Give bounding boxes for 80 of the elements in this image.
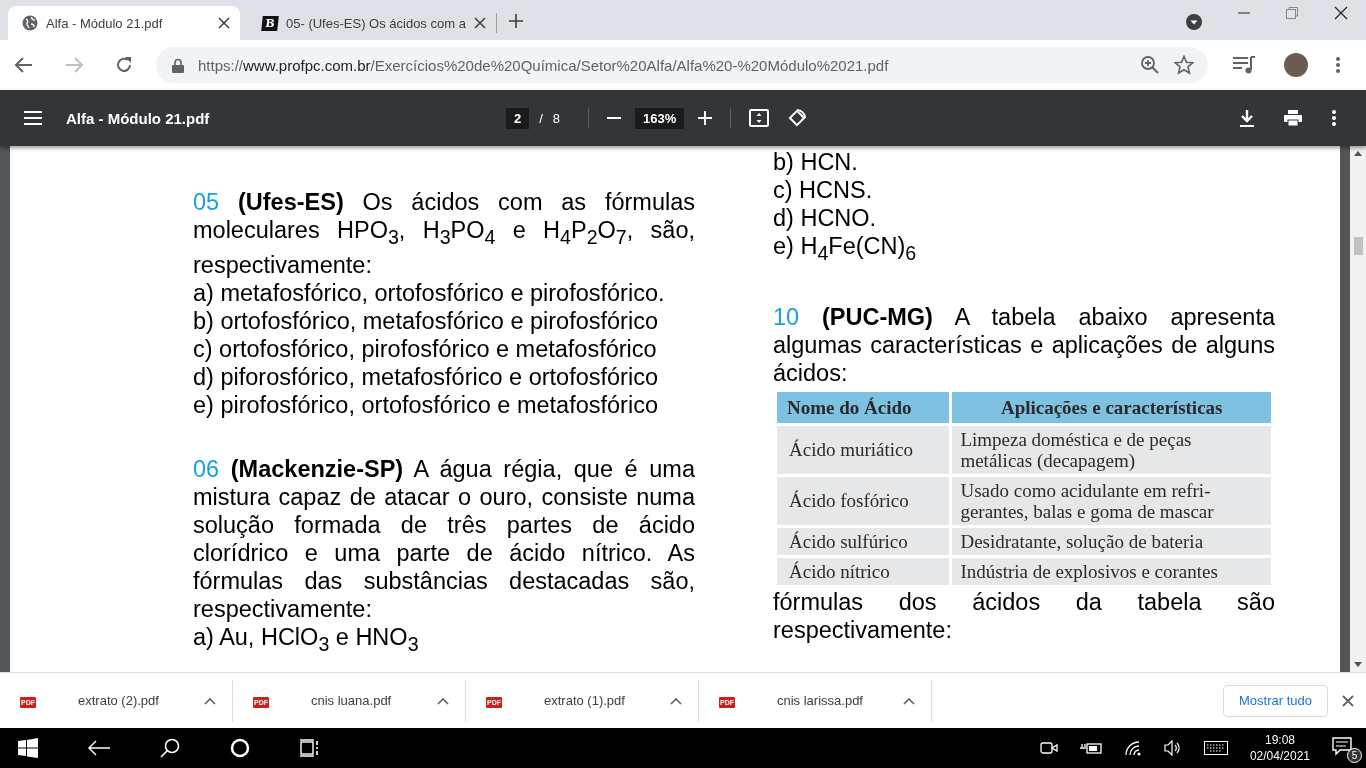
answer-option: b) ortofosfórico, metafosfórico e pirofosfórico <box>193 306 695 335</box>
scroll-down-icon[interactable] <box>1354 662 1362 667</box>
clock-date: 02/04/2021 <box>1249 748 1310 764</box>
answer-option: d) piforosfórico, metafosfórico e ortofosfórico <box>193 362 695 391</box>
fit-page-icon[interactable] <box>749 109 770 127</box>
chevron-up-icon[interactable] <box>437 696 449 705</box>
search-icon[interactable] <box>160 738 180 758</box>
answer-option: a) metafosfórico, ortofosfórico e pirofosfórico. <box>193 278 695 307</box>
restore-icon[interactable] <box>1286 7 1298 19</box>
answer-option: c) ortofosfórico, pirofosfórico e metafosfórico <box>193 334 695 363</box>
table-cell: Limpeza doméstica e de peças metálicas (decapagem) <box>952 425 1271 474</box>
page-number-field[interactable]: 2 <box>506 107 530 129</box>
task-view-icon[interactable] <box>300 739 320 757</box>
chevron-up-icon[interactable] <box>903 696 915 705</box>
download-icon[interactable] <box>1240 109 1254 127</box>
close-icon[interactable] <box>218 17 230 29</box>
table-cell: Ácido fosfórico <box>777 476 950 525</box>
avatar[interactable] <box>1284 53 1308 77</box>
battery-icon[interactable] <box>1079 741 1102 755</box>
chevron-up-icon[interactable] <box>204 696 216 705</box>
browser-tab[interactable]: B 05- (Ufes-ES) Os ácidos com a <box>248 6 496 40</box>
paragraph-text: fórmulas dos ácidos da tabela são respectivamente: <box>773 587 1275 644</box>
question-text: 06 (Mackenzie-SP) A água régia, que é uma mistura capaz de atacar o ouro, consiste numa solução formada de três partes de ácido clorídrico e uma parte de ácido nítrico. As fórmulas das substâncias destacadas são, respectivamente: <box>193 454 695 623</box>
table-cell: Ácido muriático <box>777 425 950 474</box>
column-header: Aplicações e características <box>952 391 1271 423</box>
dropdown-icon[interactable] <box>1186 14 1202 30</box>
zoom-field[interactable]: 163% <box>635 107 685 129</box>
star-icon[interactable] <box>1174 55 1194 75</box>
camera-icon[interactable] <box>1039 739 1058 757</box>
volume-icon[interactable] <box>1163 740 1182 756</box>
show-all-button[interactable]: Mostrar tudo <box>1223 684 1328 717</box>
menu-icon[interactable] <box>24 111 42 125</box>
page-separator: / <box>539 110 543 126</box>
answer-option: e) pirofosfórico, ortofosfórico e metafosfórico <box>193 390 695 419</box>
scroll-up-icon[interactable] <box>1354 151 1362 156</box>
question-text: 10 (PUC-MG) A tabela abaixo apresenta algumas características e aplicações de alguns ácidos: <box>773 302 1275 387</box>
table-cell: Desidratante, solução de bateria <box>952 527 1271 555</box>
windows-icon[interactable] <box>18 738 38 758</box>
table-cell: Usado como acidulante em refri- gerantes, balas e goma de mascar <box>952 476 1271 525</box>
scrollbar[interactable] <box>1350 146 1366 672</box>
scrollbar-thumb[interactable] <box>1354 237 1363 255</box>
answer-option: a) Au, HClO$_{3}$ e HNO$_{3}$ <box>193 622 695 658</box>
question-text: 05 (Ufes-ES) Os ácidos com as fórmulas moleculares HPO$_{3}$, H$_{3}$PO$_{4}$ e H$_{4}$P$_{2}$O$_{7}$, são, respectivamente: <box>193 188 695 279</box>
page-count: 8 <box>552 110 561 126</box>
zoom-in-icon[interactable] <box>1140 55 1160 75</box>
close-icon[interactable] <box>1342 694 1354 707</box>
media-queue-icon[interactable] <box>1232 55 1256 75</box>
notification-icon[interactable] <box>1332 736 1352 756</box>
browser-tab[interactable]: Alfa - Módulo 21.pdf <box>8 6 240 40</box>
table-cell: Indústria de explosivos e corantes <box>952 557 1271 585</box>
new-tab-icon[interactable] <box>508 14 523 28</box>
document-title: Alfa - Módulo 21.pdf <box>66 109 211 127</box>
reload-icon[interactable] <box>114 55 134 75</box>
answer-option: d) HCNO. <box>773 204 1275 232</box>
site-logo-icon: B <box>261 15 279 31</box>
column-header: Nome do Ácido <box>777 391 950 423</box>
circle-icon[interactable] <box>230 738 250 758</box>
answer-option: b) HCN. <box>773 148 1275 176</box>
answer-option: e) H$_{4}$Fe(CN)$_{6}$ <box>773 232 1275 267</box>
table-cell: Ácido sulfúrico <box>777 527 950 555</box>
url-text: https://www.profpc.com.br/Exercícios%20de%20Química/Setor%20Alfa/Alfa%20-%20Módulo%2021.pdf <box>198 56 890 74</box>
clock-time: 19:08 <box>1264 732 1295 748</box>
rotate-icon[interactable] <box>787 108 808 128</box>
zoom-in-icon[interactable] <box>698 111 713 125</box>
close-icon[interactable] <box>1334 6 1348 20</box>
lock-icon <box>172 57 184 73</box>
notification-count: 5 <box>1347 748 1362 763</box>
address-bar[interactable]: https://www.profpc.com.br/Exercícios%20de%20Química/Setor%20Alfa/Alfa%20-%20Módulo%2021.pdf <box>156 47 1208 83</box>
table-cell: Ácido nítrico <box>777 557 950 585</box>
chevron-up-icon[interactable] <box>670 696 682 705</box>
wifi-icon[interactable] <box>1123 740 1142 756</box>
close-icon[interactable] <box>473 17 486 29</box>
back-icon[interactable] <box>88 740 110 756</box>
keyboard-icon[interactable] <box>1203 741 1228 755</box>
more-icon[interactable] <box>1332 110 1336 126</box>
menu-icon[interactable] <box>1336 57 1340 73</box>
answer-option: c) HCNS. <box>773 176 1275 204</box>
print-icon[interactable] <box>1284 110 1302 126</box>
back-icon[interactable] <box>14 55 34 75</box>
globe-icon <box>22 15 38 31</box>
